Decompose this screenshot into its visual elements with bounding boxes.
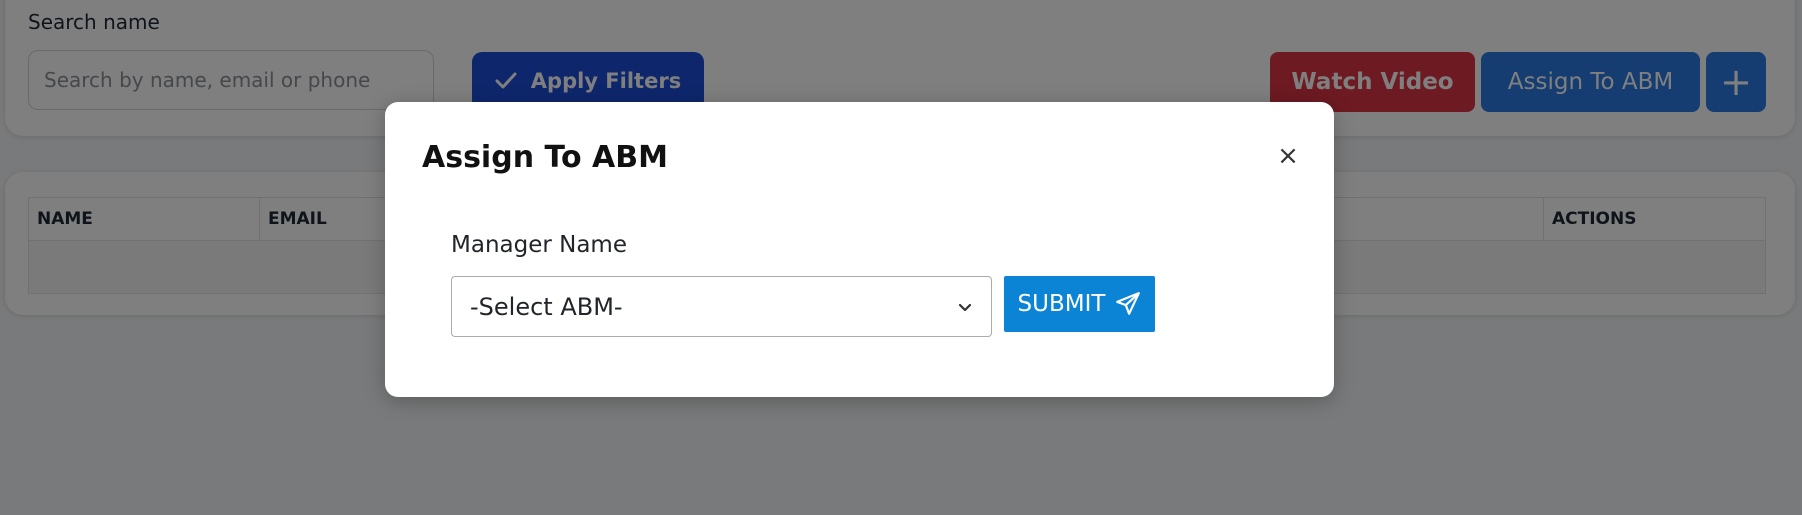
manager-select[interactable]: -Select ABM- (451, 276, 992, 337)
modal-title: Assign To ABM (422, 140, 668, 175)
submit-label: SUBMIT (1017, 291, 1106, 317)
paper-plane-icon (1116, 292, 1141, 315)
submit-button[interactable]: SUBMIT (1004, 276, 1155, 332)
assign-abm-modal: Assign To ABM × Manager Name -Select ABM… (385, 102, 1334, 397)
chevron-down-icon (958, 303, 972, 311)
close-icon[interactable]: × (1272, 140, 1304, 172)
manager-select-value: -Select ABM- (470, 292, 623, 321)
manager-name-label: Manager Name (451, 232, 627, 258)
